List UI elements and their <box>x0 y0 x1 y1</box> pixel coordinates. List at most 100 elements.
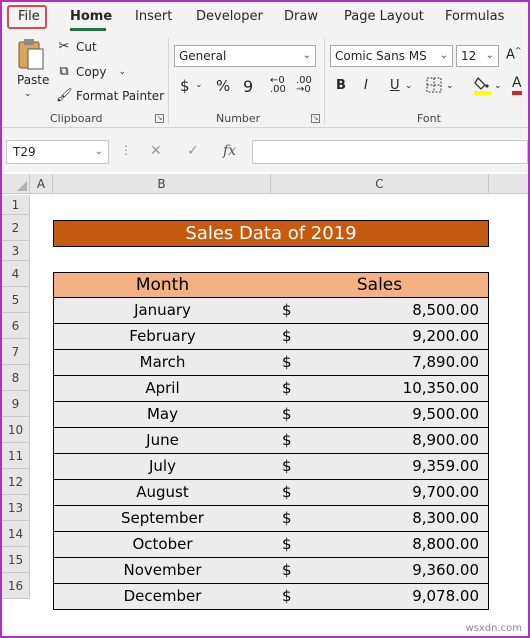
column-header-d[interactable] <box>489 174 528 194</box>
row-header[interactable]: 13 <box>2 495 30 521</box>
watermark: wsxdn.com <box>465 623 522 634</box>
ribbon-home: Paste ⌄ ✂ Cut ⧉ Copy ⌄ 🖌 Format Painter … <box>2 32 528 128</box>
month-cell[interactable]: June <box>53 428 272 454</box>
month-cell[interactable]: August <box>53 480 272 506</box>
sales-cell[interactable]: $9,359.00 <box>271 454 489 480</box>
month-cell[interactable]: February <box>53 324 272 350</box>
sales-cell[interactable]: $8,800.00 <box>271 532 489 558</box>
header-sales[interactable]: Sales <box>271 272 489 298</box>
column-header-b[interactable]: B <box>53 174 271 194</box>
month-cell[interactable]: October <box>53 532 272 558</box>
row-header[interactable]: 11 <box>2 443 30 469</box>
tab-developer[interactable]: Developer <box>196 9 263 24</box>
row-header[interactable]: 16 <box>2 573 30 599</box>
underline-button[interactable]: U <box>390 78 400 93</box>
row-header[interactable]: 4 <box>2 261 30 287</box>
sales-cell[interactable]: $9,078.00 <box>271 584 489 610</box>
month-cell[interactable]: November <box>53 558 272 584</box>
sales-amount: 9,200.00 <box>412 327 479 345</box>
formula-input[interactable] <box>252 140 528 164</box>
percent-icon[interactable]: % <box>216 77 230 95</box>
number-launcher-icon[interactable]: ↘ <box>311 114 320 123</box>
row-header[interactable]: 9 <box>2 391 30 417</box>
currency-symbol: $ <box>282 483 292 501</box>
sales-amount: 9,360.00 <box>412 561 479 579</box>
group-separator <box>168 38 169 124</box>
row-header[interactable]: 12 <box>2 469 30 495</box>
tab-page-layout[interactable]: Page Layout <box>344 9 424 24</box>
row-header[interactable]: 6 <box>2 313 30 339</box>
row-header[interactable]: 10 <box>2 417 30 443</box>
sales-cell[interactable]: $9,500.00 <box>271 402 489 428</box>
header-month[interactable]: Month <box>53 272 272 298</box>
currency-icon[interactable]: $ <box>180 77 190 95</box>
sheet-title-cell[interactable]: Sales Data of 2019 <box>53 220 489 247</box>
enter-check-icon[interactable]: ✓ <box>187 143 199 159</box>
sales-cell[interactable]: $8,300.00 <box>271 506 489 532</box>
fill-color-dropdown-chevron-icon[interactable]: ⌄ <box>494 81 502 91</box>
name-box[interactable]: T29 ⌄ <box>6 140 109 164</box>
month-cell[interactable]: April <box>53 376 272 402</box>
sales-cell[interactable]: $7,890.00 <box>271 350 489 376</box>
row-header[interactable]: 2 <box>2 215 30 241</box>
insert-function-button[interactable]: fx <box>223 143 236 159</box>
paste-icon[interactable] <box>16 38 46 72</box>
copy-button[interactable]: ⧉ Copy ⌄ <box>56 64 126 79</box>
currency-symbol: $ <box>282 301 292 319</box>
increase-font-size-icon[interactable]: A^ <box>506 46 522 62</box>
month-cell[interactable]: July <box>53 454 272 480</box>
month-cell[interactable]: December <box>53 584 272 610</box>
paste-button[interactable]: Paste <box>17 73 49 87</box>
excel-window: File Home Insert Developer Draw Page Lay… <box>0 0 530 638</box>
font-color-button[interactable]: A <box>512 76 522 95</box>
sales-cell[interactable]: $9,360.00 <box>271 558 489 584</box>
sales-cell[interactable]: $10,350.00 <box>271 376 489 402</box>
decrease-decimal-icon[interactable]: .00 →0 <box>296 76 312 95</box>
row-header[interactable]: 1 <box>2 195 30 215</box>
month-cell[interactable]: May <box>53 402 272 428</box>
clipboard-group-label: Clipboard <box>50 112 103 125</box>
select-all-corner[interactable] <box>2 174 30 194</box>
sales-cell[interactable]: $8,500.00 <box>271 298 489 324</box>
borders-icon[interactable] <box>426 77 442 97</box>
tab-home[interactable]: Home <box>70 9 112 24</box>
month-cell[interactable]: January <box>53 298 272 324</box>
currency-symbol: $ <box>282 431 292 449</box>
month-cell[interactable]: September <box>53 506 272 532</box>
format-painter-button[interactable]: 🖌 Format Painter <box>56 88 164 103</box>
tab-formulas[interactable]: Formulas <box>445 9 504 24</box>
currency-symbol: $ <box>282 509 292 527</box>
row-header[interactable]: 7 <box>2 339 30 365</box>
currency-dropdown-chevron-icon[interactable]: ⌄ <box>195 80 203 90</box>
font-size-select[interactable]: 12 ⌄ <box>456 45 499 67</box>
tab-draw[interactable]: Draw <box>284 9 318 24</box>
comma-style-icon[interactable]: 9 <box>243 77 253 96</box>
tab-file[interactable]: File <box>18 9 40 24</box>
month-cell[interactable]: March <box>53 350 272 376</box>
underline-dropdown-chevron-icon[interactable]: ⌄ <box>405 81 413 91</box>
column-header-a[interactable]: A <box>30 174 53 194</box>
cancel-icon[interactable]: ✕ <box>150 143 162 159</box>
row-header[interactable]: 5 <box>2 287 30 313</box>
sales-cell[interactable]: $9,700.00 <box>271 480 489 506</box>
sales-cell[interactable]: $8,900.00 <box>271 428 489 454</box>
italic-button[interactable]: I <box>364 78 368 93</box>
paste-dropdown-chevron-icon[interactable]: ⌄ <box>24 89 32 99</box>
fill-color-icon[interactable] <box>474 75 492 99</box>
sales-cell[interactable]: $9,200.00 <box>271 324 489 350</box>
row-header[interactable]: 15 <box>2 547 30 573</box>
row-header[interactable]: 3 <box>2 241 30 261</box>
row-header[interactable]: 14 <box>2 521 30 547</box>
number-format-select[interactable]: General ⌄ <box>174 45 316 67</box>
cut-button[interactable]: ✂ Cut <box>56 39 97 54</box>
increase-decimal-icon[interactable]: ←0.00 <box>270 76 286 95</box>
clipboard-launcher-icon[interactable]: ↘ <box>155 114 164 123</box>
row-header[interactable]: 8 <box>2 365 30 391</box>
sales-amount: 9,359.00 <box>412 457 479 475</box>
bold-button[interactable]: B <box>336 78 346 93</box>
number-group-label: Number <box>216 112 261 125</box>
column-header-c[interactable]: C <box>271 174 489 194</box>
borders-dropdown-chevron-icon[interactable]: ⌄ <box>446 81 454 91</box>
tab-insert[interactable]: Insert <box>135 9 172 24</box>
font-name-select[interactable]: Comic Sans MS ⌄ <box>330 45 453 67</box>
